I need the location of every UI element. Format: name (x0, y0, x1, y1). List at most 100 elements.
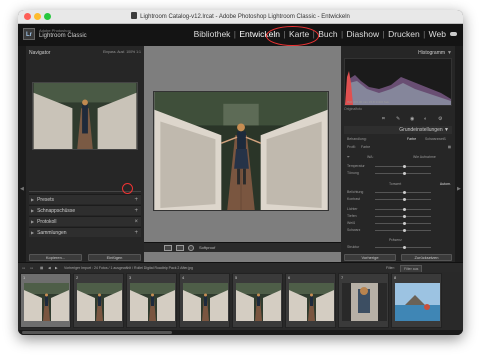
toolbar: Softproof (144, 242, 341, 252)
cloud-icon[interactable] (450, 32, 457, 36)
thumbnail-number: 5 (235, 275, 238, 280)
section-presets[interactable]: ▶ Presets + (29, 194, 141, 204)
slider-blacks[interactable]: Schwarz (347, 227, 451, 234)
lightroom-logo-icon: Lr (23, 28, 35, 40)
reset-button[interactable]: Zurücksetzen (401, 254, 452, 261)
thumbnail-image (236, 283, 281, 321)
histogram[interactable]: ISO 400 30 mm f/2,8 1/400 Sek. (344, 58, 452, 106)
histogram-readout: ISO 400 30 mm f/2,8 1/400 Sek. (347, 100, 390, 104)
thumbnail-number: 7 (341, 275, 344, 280)
profile-select[interactable]: Farbe (361, 144, 370, 151)
module-drucken[interactable]: Drucken (388, 29, 420, 39)
slider-tint[interactable]: Tönung (347, 170, 451, 177)
filmstrip-thumbnail[interactable]: 1 (20, 273, 71, 328)
filmstrip-thumbnail[interactable]: 5 (232, 273, 283, 328)
left-panel: Navigator Einpass. Ausf. 100% 1:1 ▶ Prese… (26, 46, 144, 262)
profile-row: Profil: Farbe ▦ (347, 144, 451, 151)
presence-row: Präsenz (389, 238, 402, 242)
filmstrip-thumbnail[interactable]: 8 (391, 273, 442, 328)
highlight-ellipse (266, 26, 319, 46)
section-snapshots[interactable]: ▶ Schnappschüsse + (29, 205, 141, 215)
add-snapshot-icon[interactable]: + (134, 206, 138, 216)
slider-texture[interactable]: Struktur (347, 244, 451, 251)
histogram-header[interactable]: Histogramm ▼ (344, 50, 452, 57)
healing-icon[interactable]: ✎ (396, 116, 400, 122)
masking-icon[interactable]: ◐ (424, 116, 427, 122)
tone-row: Tonwert Autom. (389, 181, 451, 188)
zoom-100[interactable]: 100% (126, 50, 135, 54)
loupe-view-icon[interactable] (164, 245, 172, 251)
filmstrip-thumbnail[interactable]: 3 (126, 273, 177, 328)
slider-temperature[interactable]: Temperatur (347, 163, 451, 170)
treatment-color[interactable]: Farbe (407, 136, 416, 143)
zoom-1-1[interactable]: 1:1 (136, 50, 141, 54)
slider-shadows[interactable]: Tiefen (347, 213, 451, 220)
clear-history-icon[interactable]: × (134, 217, 138, 227)
previous-settings-button[interactable]: Vorherige (344, 254, 396, 261)
module-web[interactable]: Web (429, 29, 446, 39)
softproof-checkbox[interactable] (188, 245, 194, 251)
thumbnail-image (289, 283, 334, 321)
crop-icon[interactable]: ⌗ (382, 116, 385, 122)
slider-highlights[interactable]: Lichter (347, 206, 451, 213)
thumbnail-image (24, 283, 69, 321)
original-photo-checkbox[interactable]: Originalfoto (344, 107, 362, 111)
module-picker: Bibliothek | Entwickeln | Karte | Buch |… (194, 29, 457, 39)
red-eye-icon[interactable]: ◉ (410, 116, 414, 122)
loupe-view (144, 46, 341, 262)
left-panel-toggle[interactable]: ◀ (18, 46, 26, 262)
filmstrip-thumbnail[interactable]: 7 (338, 273, 389, 328)
section-history[interactable]: ▶ Protokoll × (29, 216, 141, 226)
zoom-fill[interactable]: Ausf. (117, 50, 125, 54)
presets-add-highlight (122, 183, 133, 194)
profile-browser-icon[interactable]: ▦ (448, 144, 451, 151)
triangle-left-icon: ◀ (20, 186, 24, 192)
navigator-title: Navigator (29, 50, 51, 56)
wb-eyedropper-icon[interactable]: ✒ (347, 155, 350, 159)
thumbnail-number: 6 (288, 275, 291, 280)
identity-plate: Lr Adobe Photoshop Lightroom Classic Bib… (18, 24, 463, 46)
filmstrip-thumbnail[interactable]: 2 (73, 273, 124, 328)
slider-whites[interactable]: Weiß (347, 220, 451, 227)
paste-settings-button[interactable]: Einfügen (88, 254, 141, 261)
filmstrip-thumbnail[interactable]: 4 (179, 273, 230, 328)
wb-select[interactable]: Wie Aufnahme (413, 154, 436, 161)
main-photo[interactable] (153, 91, 329, 211)
navigator-header[interactable]: Navigator Einpass. Ausf. 100% 1:1 (29, 50, 141, 57)
thumbnail-image (77, 283, 122, 321)
tint-slider[interactable] (375, 172, 431, 175)
filmstrip: 1 2 3 4 5 6 7 8 (18, 272, 463, 330)
temperature-slider[interactable] (375, 165, 431, 168)
before-after-icon[interactable] (176, 245, 184, 251)
thumbnail-image (130, 283, 175, 321)
module-buch[interactable]: Buch (318, 29, 337, 39)
add-preset-icon[interactable]: + (134, 195, 138, 205)
thumbnail-image (183, 283, 228, 321)
module-diashow[interactable]: Diashow (347, 29, 380, 39)
treatment-bw[interactable]: Schwarzweiß (425, 136, 446, 143)
right-panel: Histogramm ▼ ISO 400 30 mm f/2,8 1/400 Se… (341, 46, 455, 262)
copy-settings-button[interactable]: Kopieren... (29, 254, 82, 261)
filmstrip-scrollbar[interactable] (18, 330, 463, 335)
lightroom-window: Lightroom Catalog-v12.lrcat - Adobe Phot… (18, 10, 463, 335)
slider-exposure[interactable]: Belichtung (347, 189, 451, 196)
scrollbar-thumb[interactable] (22, 331, 172, 334)
basic-section-header[interactable]: Grundeinstellungen ▼ (344, 126, 452, 134)
add-collection-icon[interactable]: + (134, 228, 138, 238)
brand-line-2: Lightroom Classic (39, 33, 87, 39)
title-bar: Lightroom Catalog-v12.lrcat - Adobe Phot… (18, 10, 463, 24)
filmstrip-thumbnail[interactable]: 6 (285, 273, 336, 328)
wb-row: ✒ WA: Wie Aufnahme (347, 154, 436, 161)
settings-icon[interactable]: ⚙ (438, 116, 442, 122)
tone-auto-button[interactable]: Autom. (440, 181, 451, 188)
triangle-right-icon: ▶ (31, 219, 35, 224)
module-bibliothek[interactable]: Bibliothek (194, 29, 231, 39)
navigator-preview[interactable] (32, 82, 138, 150)
section-collections[interactable]: ▶ Sammlungen + (29, 227, 141, 237)
right-panel-toggle[interactable]: ▶ (455, 46, 463, 262)
thumbnail-number: 8 (394, 275, 397, 280)
histogram-graph (345, 71, 451, 105)
zoom-fit[interactable]: Einpass. (103, 50, 116, 54)
triangle-right-icon: ▶ (31, 197, 35, 202)
slider-contrast[interactable]: Kontrast (347, 196, 451, 203)
